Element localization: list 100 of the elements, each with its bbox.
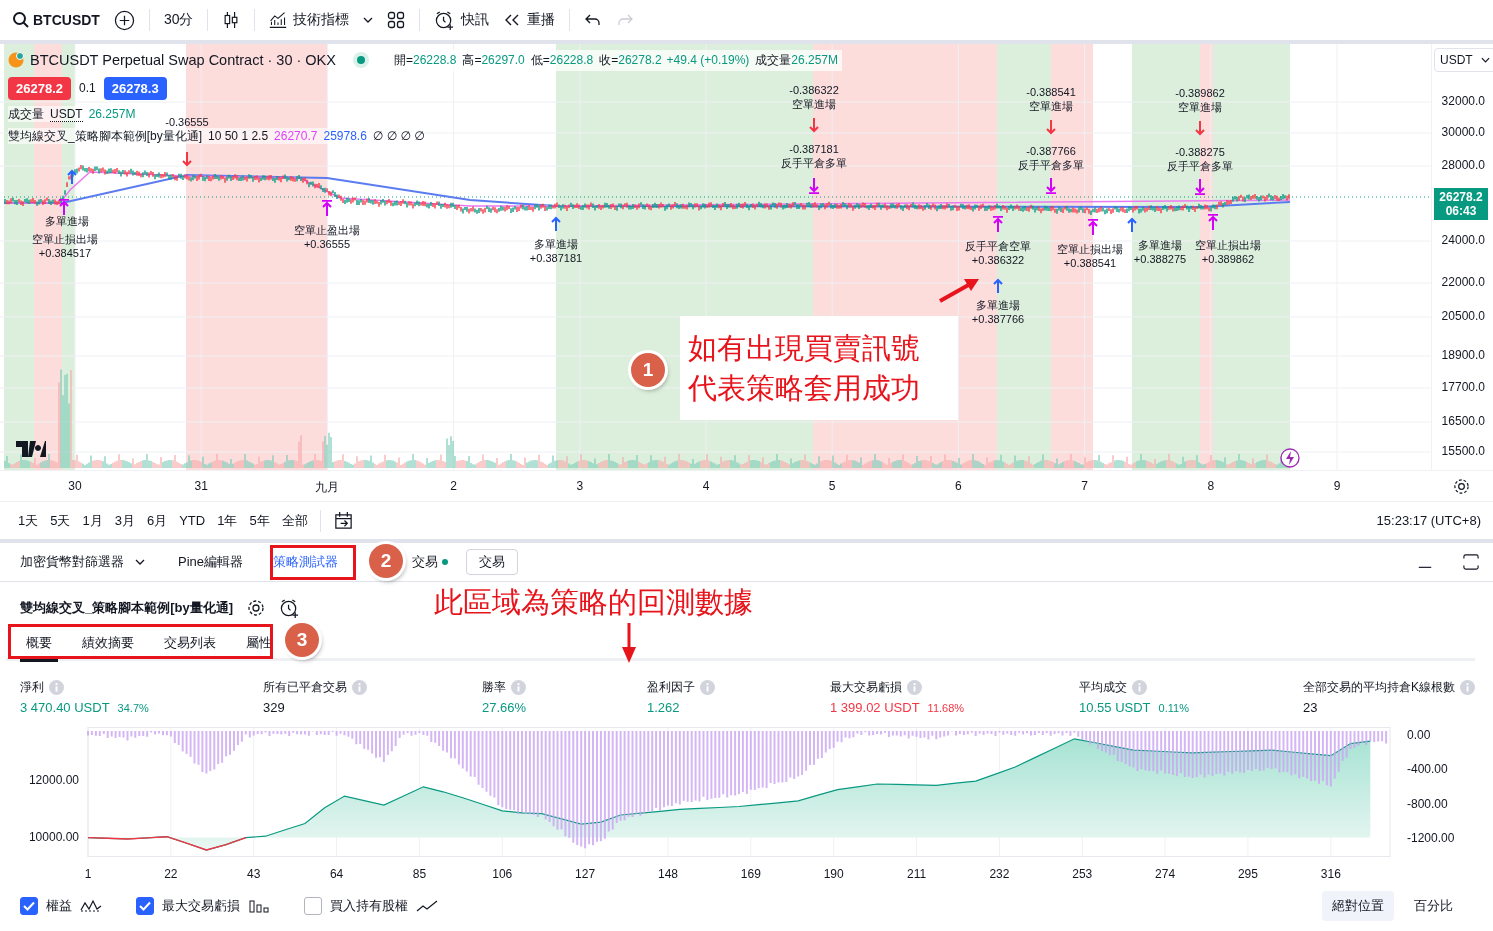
trade-axis-label: 316 <box>1320 867 1341 881</box>
timeframe-button[interactable]: 全部 <box>281 511 308 530</box>
summary-tab[interactable]: 績效摘要 <box>76 625 140 662</box>
settings-icon[interactable] <box>1453 478 1470 495</box>
symbol-name[interactable]: BTCUSDT <box>33 12 100 28</box>
buy-price-button[interactable]: 26278.3 <box>103 76 167 100</box>
summary-tab[interactable]: 概要 <box>20 625 58 662</box>
timeframe-button[interactable]: YTD <box>179 513 206 528</box>
checkbox[interactable] <box>304 897 322 915</box>
trade-axis-label: 274 <box>1155 867 1176 881</box>
stat-label: 勝率 <box>482 679 506 696</box>
coin-icon <box>8 52 24 68</box>
price-axis-label: 15500.0 <box>1441 444 1485 458</box>
ohlc-label: 收= <box>599 51 619 69</box>
timeframe-button[interactable]: 6月 <box>146 511 168 530</box>
price-axis-label: 16500.0 <box>1441 414 1485 428</box>
drawdown-axis-label: -800.00 <box>1407 797 1448 811</box>
signal-label: 多單進場 <box>45 214 89 228</box>
ohlc-label: 高= <box>462 51 482 69</box>
stat-label: 淨利 <box>20 679 44 696</box>
timeframe-button[interactable]: 5年 <box>249 511 270 530</box>
strategy-name: 雙均線交叉_策略腳本範例[by量化通] <box>8 127 202 145</box>
status-dot-icon <box>351 51 370 69</box>
stat-percent: 34.7% <box>117 702 149 714</box>
trade-axis-label: 22 <box>164 867 178 881</box>
signal-label: 反手平倉多單 <box>1167 159 1233 173</box>
search-icon[interactable] <box>12 11 30 29</box>
arrow-up-icon <box>993 277 1003 293</box>
drawdown-axis-label: -400.00 <box>1407 762 1448 776</box>
stat-label: 全部交易的平均持倉K線根數 <box>1303 679 1455 696</box>
ohlc-label: 低= <box>530 51 550 69</box>
scale-toggle[interactable]: 百分比 <box>1404 891 1463 921</box>
timeframe-button[interactable]: 1年 <box>217 511 238 530</box>
arrow-down-icon <box>1046 120 1056 136</box>
panel-tab[interactable]: 策略測試器 <box>273 553 339 571</box>
layout-grid-icon[interactable] <box>387 11 406 29</box>
panel-tab[interactable]: 加密貨幣對篩選器 <box>20 553 148 571</box>
strategy-title: 雙均線交叉_策略腳本範例[by量化通] <box>20 599 234 617</box>
arrow-down-icon <box>809 178 819 194</box>
candlestick-icon[interactable] <box>222 11 241 29</box>
signal-label: 反手平倉多單 <box>1018 158 1084 172</box>
scale-toggle[interactable]: 絕對位置 <box>1322 891 1394 921</box>
signal-value: -0.388275 <box>1175 145 1225 159</box>
checkbox[interactable] <box>20 897 38 915</box>
replay-button[interactable]: 重播 <box>503 5 556 35</box>
chevron-down-icon[interactable] <box>363 17 374 23</box>
indicator-name: 成交量 <box>8 105 44 123</box>
signal-label: 反手平倉多單 <box>781 156 847 170</box>
currency-dropdown[interactable]: USDT <box>1434 48 1493 72</box>
equity-axis-label: 12000.00 <box>28 773 79 788</box>
settings-icon[interactable] <box>247 599 266 617</box>
time-axis-label: 31 <box>194 479 208 493</box>
timeframe-button[interactable]: 3月 <box>114 511 135 530</box>
trend-line-icon <box>416 899 438 913</box>
stat-label: 最大交易虧損 <box>830 679 902 696</box>
signal-value: -0.386322 <box>789 83 839 97</box>
signal-value: +0.389862 <box>1201 252 1255 266</box>
stat-percent: 0.11% <box>1158 702 1189 714</box>
signal-value: -0.389862 <box>1175 86 1225 100</box>
time-axis-label: 九月 <box>315 479 340 496</box>
signal-value: +0.384517 <box>38 246 92 260</box>
step-badge: 2 <box>369 544 403 578</box>
arrow-down-icon <box>182 152 192 168</box>
maximize-icon[interactable] <box>1463 553 1479 571</box>
stat-value: 1 399.02 USDT <box>830 700 920 715</box>
signal-value: +0.36555 <box>303 237 351 251</box>
alert-button[interactable]: 快訊 <box>434 5 490 35</box>
interval-button[interactable]: 30分 <box>163 5 194 35</box>
alarm-add-icon[interactable] <box>279 597 301 619</box>
timeframe-button[interactable]: 5天 <box>50 511 71 530</box>
signal-label: 空單止損出場 <box>1057 242 1123 256</box>
arrow-down-icon <box>1195 121 1205 137</box>
summary-tab[interactable]: 屬性 <box>240 625 278 662</box>
panel-tab[interactable]: 交易 <box>412 553 449 571</box>
stat-value: 10.55 USDT <box>1079 700 1151 715</box>
logo-icon <box>16 441 46 457</box>
step-badge: 3 <box>285 623 319 657</box>
timeframe-button[interactable]: 1天 <box>18 511 39 530</box>
trade-axis-label: 127 <box>575 867 596 881</box>
trade-button[interactable]: 交易 <box>466 549 519 575</box>
stat-label: 平均成交 <box>1079 679 1127 696</box>
bar-countdown: 06:43 <box>1445 204 1477 218</box>
calendar-icon[interactable] <box>332 510 354 531</box>
ohlc-label: 開= <box>393 51 413 69</box>
stat-value: 27.66% <box>482 700 527 715</box>
panel-tab[interactable]: Pine編輯器 <box>178 553 244 571</box>
sell-price-button[interactable]: 26278.2 <box>8 76 71 100</box>
checkbox[interactable] <box>136 897 154 915</box>
arrow-up-icon <box>322 200 332 216</box>
signal-label: 空單止損出場 <box>32 232 98 246</box>
symbol-title: BTCUSDT Perpetual Swap Contract · 30 · OKX <box>30 52 336 68</box>
price-axis-label: 28000.0 <box>1441 158 1485 172</box>
indicators-button[interactable]: 技術指標 <box>269 5 350 35</box>
summary-tab[interactable]: 交易列表 <box>158 625 222 662</box>
lightning-icon[interactable] <box>1280 448 1300 468</box>
legend-label: 權益 <box>46 897 72 915</box>
status-dot-icon <box>442 559 449 565</box>
arrow-down-icon <box>1046 178 1056 194</box>
add-icon[interactable] <box>113 9 135 31</box>
timeframe-button[interactable]: 1月 <box>82 511 103 530</box>
